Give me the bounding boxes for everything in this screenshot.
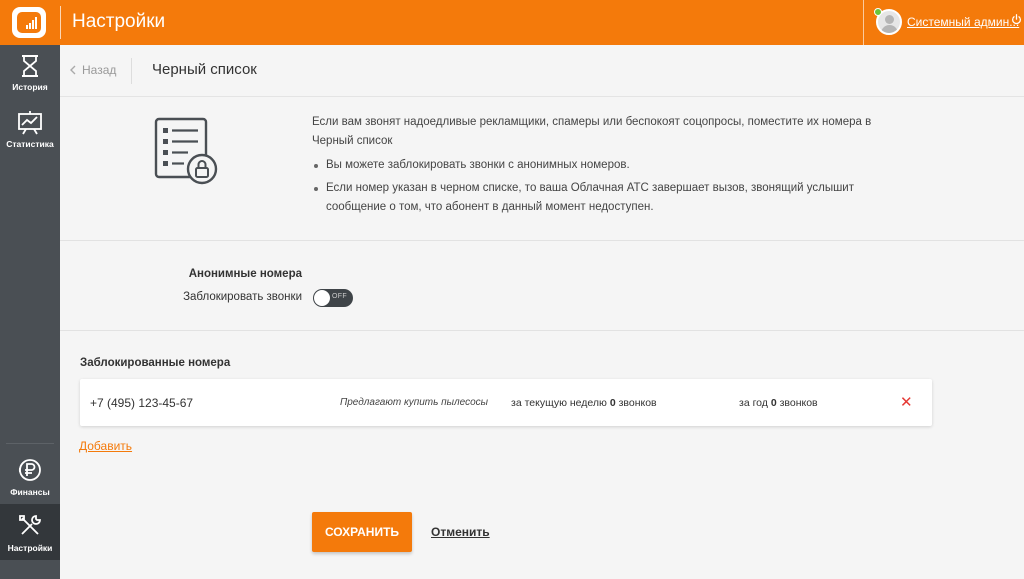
section-divider <box>60 240 1024 241</box>
app-title: Настройки <box>72 11 166 32</box>
main-content: Назад Черный список Если вам звонят надо… <box>60 45 1024 579</box>
blocked-section-title: Заблокированные номера <box>80 357 231 369</box>
user-name-link[interactable]: Системный админ... <box>907 15 1019 29</box>
sidebar-item-statistics[interactable]: Статистика <box>0 102 60 158</box>
sidebar-item-history[interactable]: История <box>0 45 60 101</box>
sidebar: История Статистика Финансы Настройки <box>0 45 60 579</box>
blocked-number-row: +7 (495) 123-45-67 Предлагают купить пыл… <box>80 379 932 426</box>
delete-icon[interactable]: ✕ <box>900 393 913 411</box>
sidebar-item-label: История <box>12 82 48 92</box>
block-anonymous-toggle[interactable]: OFF <box>313 289 353 307</box>
sidebar-item-settings[interactable]: Настройки <box>0 504 60 560</box>
blocked-description: Предлагают купить пылесосы <box>340 397 489 408</box>
power-icon[interactable] <box>1011 14 1022 25</box>
sidebar-item-label: Финансы <box>10 487 50 497</box>
info-bullets: Вы можете заблокировать звонки с анонимн… <box>312 156 882 221</box>
toggle-knob <box>314 290 330 306</box>
toggle-state-label: OFF <box>332 293 347 300</box>
anonymous-section-title: Анонимные номера <box>188 268 302 280</box>
back-label: Назад <box>82 63 117 77</box>
topbar-divider-right <box>863 0 864 45</box>
tools-icon <box>19 515 41 535</box>
sidebar-item-label: Настройки <box>7 543 53 553</box>
top-bar: Настройки Системный админ... <box>0 0 1024 45</box>
sidebar-item-finance[interactable]: Финансы <box>0 448 60 504</box>
subheader-divider <box>131 58 132 84</box>
chart-bars-logo-icon <box>17 12 41 33</box>
blacklist-lock-icon <box>154 117 218 185</box>
intro-text: Если вам звонят надоедливые рекламщики, … <box>312 116 872 147</box>
topbar-divider <box>60 6 61 39</box>
year-call-count: за год 0 звонков <box>739 397 818 409</box>
week-call-count: за текущую неделю 0 звонков <box>511 397 657 409</box>
online-status-dot <box>874 8 882 16</box>
stats-board-icon <box>18 111 42 135</box>
chevron-left-icon <box>70 65 76 75</box>
hourglass-icon <box>22 55 38 77</box>
info-bullet: Если номер указан в черном списке, то ва… <box>312 179 882 217</box>
save-button[interactable]: СОХРАНИТЬ <box>312 512 412 552</box>
app-logo[interactable] <box>12 7 46 38</box>
block-calls-label: Заблокировать звонки <box>183 291 302 303</box>
cancel-link[interactable]: Отменить <box>431 525 490 539</box>
section-divider <box>60 330 1024 331</box>
sidebar-item-label: Статистика <box>6 139 54 149</box>
subheader: Назад Черный список <box>60 45 1024 97</box>
blocked-phone: +7 (495) 123-45-67 <box>90 396 194 410</box>
sidebar-divider <box>6 443 54 444</box>
add-number-link[interactable]: Добавить <box>79 439 132 453</box>
page-title: Черный список <box>152 61 257 78</box>
info-bullet: Вы можете заблокировать звонки с анонимн… <box>312 156 882 175</box>
ruble-coins-icon <box>18 459 41 481</box>
back-button[interactable]: Назад <box>70 63 116 77</box>
